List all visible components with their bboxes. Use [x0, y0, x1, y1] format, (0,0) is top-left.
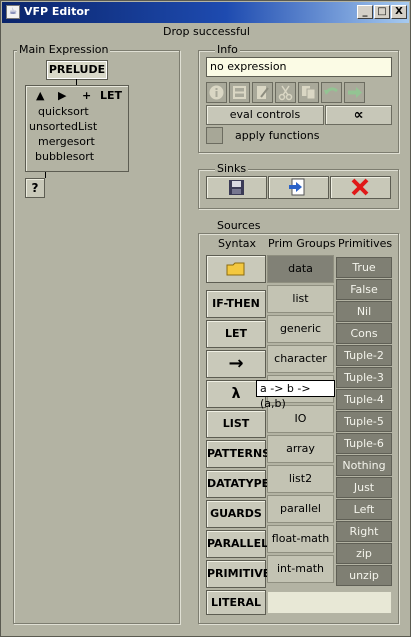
primitive-true[interactable]: True [336, 257, 392, 278]
syntax-guards[interactable]: GUARDS [206, 500, 266, 528]
primitive-tuple-4[interactable]: Tuple-4 [336, 389, 392, 410]
title-bar: ☕ VFP Editor _ □ X [2, 2, 409, 23]
sources-label: Sources [215, 219, 263, 232]
minimize-button[interactable]: _ [357, 5, 373, 19]
group-float-math[interactable]: float-math [267, 525, 334, 553]
primitive-just[interactable]: Just [336, 477, 392, 498]
primitive-tuple-6[interactable]: Tuple-6 [336, 433, 392, 454]
primitive-tuple-5[interactable]: Tuple-5 [336, 411, 392, 432]
save-button[interactable] [206, 176, 267, 199]
primitive-unzip[interactable]: unzip [336, 565, 392, 586]
apply-functions-label: apply functions [235, 129, 320, 142]
add-icon[interactable]: + [82, 89, 91, 102]
delete-button[interactable] [330, 176, 391, 199]
function-mergesort[interactable]: mergesort [38, 134, 97, 149]
primitive-false[interactable]: False [336, 279, 392, 300]
syntax-primitive[interactable]: PRIMITIVE [206, 560, 270, 588]
function-list: quicksort unsortedList mergesort bubbles… [29, 104, 97, 164]
syntax-datatype[interactable]: DATATYPE [206, 470, 269, 498]
status-message: Drop successful [163, 25, 250, 38]
main-expression-label: Main Expression [17, 43, 111, 56]
collapse-icon[interactable]: ▲ [36, 89, 44, 102]
delete-icon [351, 178, 369, 196]
alpha-button[interactable]: ∝ [325, 105, 392, 125]
edit-icon[interactable] [252, 82, 273, 103]
sinks-label: Sinks [215, 162, 249, 175]
primitive-zip[interactable]: zip [336, 543, 392, 564]
primitives-column-header: Primitives [338, 237, 393, 250]
primitive-nothing[interactable]: Nothing [336, 455, 392, 476]
group-character[interactable]: character [267, 345, 334, 373]
prim-groups-column-header: Prim Groups [268, 237, 336, 250]
eval-controls-button[interactable]: eval controls [206, 105, 324, 125]
literal-input[interactable] [267, 591, 392, 614]
maximize-button[interactable]: □ [374, 5, 390, 19]
group-list[interactable]: list [267, 285, 334, 313]
help-button[interactable]: ? [25, 178, 45, 198]
export-button[interactable] [268, 176, 329, 199]
info-icon[interactable] [206, 82, 227, 103]
export-icon [289, 178, 305, 196]
syntax-if-then[interactable]: IF-THEN [206, 290, 266, 318]
type-tooltip: a -> b -> (a,b) [256, 380, 335, 410]
group-data[interactable]: data [267, 255, 334, 283]
syntax-column-header: Syntax [218, 237, 257, 250]
group-parallel[interactable]: parallel [267, 495, 334, 523]
app-icon: ☕ [6, 5, 20, 19]
redo-icon[interactable] [344, 82, 365, 103]
function-bubblesort[interactable]: bubblesort [35, 149, 97, 164]
info-toolbar [206, 82, 392, 103]
syntax-let[interactable]: LET [206, 320, 266, 348]
close-button[interactable]: X [391, 5, 407, 19]
copy-icon[interactable] [298, 82, 319, 103]
info-label: Info [215, 43, 240, 56]
save-icon [229, 180, 244, 195]
group-int-math[interactable]: int-math [267, 555, 334, 583]
function-quicksort[interactable]: quicksort [38, 104, 97, 119]
window-title: VFP Editor [24, 5, 90, 18]
primitive-left[interactable]: Left [336, 499, 392, 520]
primitive-cons[interactable]: Cons [336, 323, 392, 344]
function-unsortedlist[interactable]: unsortedList [29, 119, 97, 134]
syntax-arrow[interactable]: → [206, 350, 266, 378]
syntax-folder[interactable] [206, 255, 266, 283]
app-window: ☕ VFP Editor _ □ X Drop successful Main … [0, 0, 411, 637]
group-list2[interactable]: list2 [267, 465, 334, 493]
syntax-literal[interactable]: LITERAL [206, 590, 266, 615]
group-generic[interactable]: generic [267, 315, 334, 343]
expression-toolbar: ▲ ▶ + LET [36, 89, 126, 103]
expression-node[interactable]: ▲ ▶ + LET quicksort unsortedList mergeso… [25, 85, 129, 172]
let-label[interactable]: LET [100, 89, 122, 102]
expression-field[interactable]: no expression [206, 57, 392, 77]
apply-functions-checkbox[interactable] [206, 127, 223, 144]
undo-icon[interactable] [321, 82, 342, 103]
primitive-tuple-3[interactable]: Tuple-3 [336, 367, 392, 388]
expand-icon[interactable]: ▶ [58, 89, 66, 102]
syntax-list[interactable]: LIST [206, 410, 266, 438]
group-array[interactable]: array [267, 435, 334, 463]
prelude-node[interactable]: PRELUDE [46, 60, 108, 80]
primitive-nil[interactable]: Nil [336, 301, 392, 322]
connector-line-2 [45, 172, 46, 178]
primitive-right[interactable]: Right [336, 521, 392, 542]
scissors-icon[interactable] [275, 82, 296, 103]
folder-icon [226, 262, 245, 276]
primitive-tuple-2[interactable]: Tuple-2 [336, 345, 392, 366]
syntax-parallel[interactable]: PARALLEL [206, 530, 268, 558]
layout-icon[interactable] [229, 82, 250, 103]
syntax-patterns[interactable]: PATTERNS [206, 440, 270, 468]
